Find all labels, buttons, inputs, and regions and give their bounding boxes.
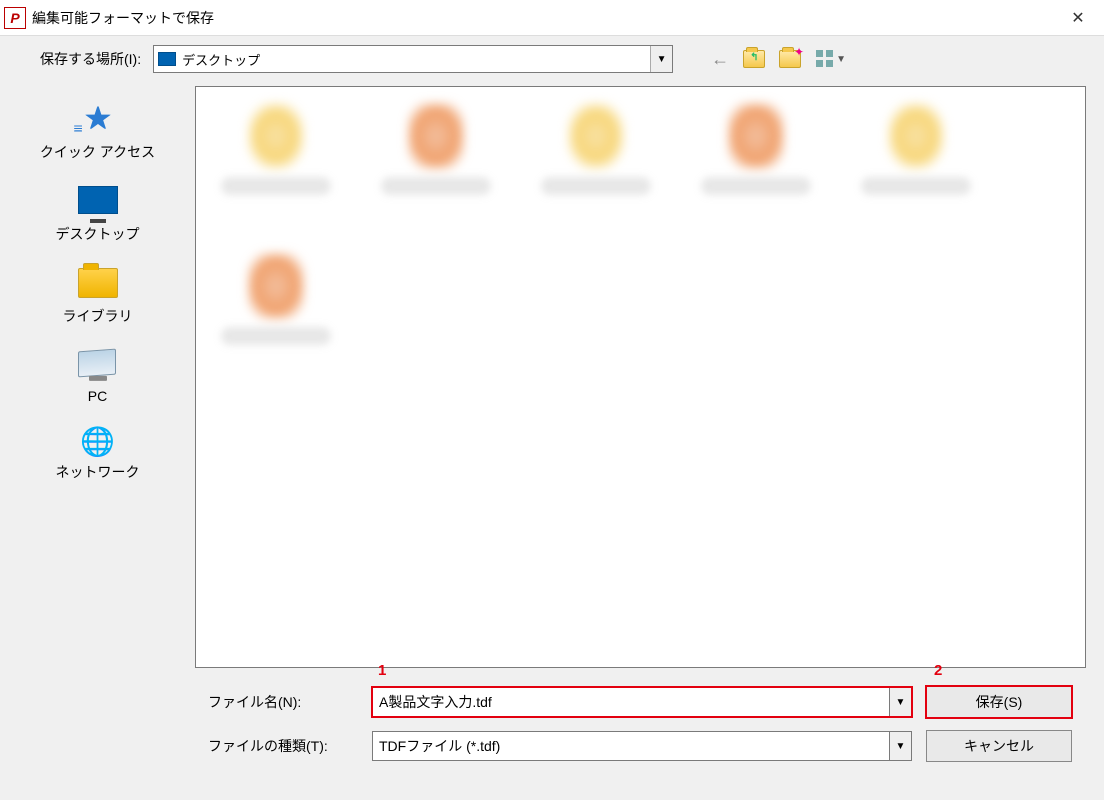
pc-icon (78, 349, 116, 378)
location-label: 保存する場所(I): (40, 49, 141, 69)
desktop-icon (78, 186, 118, 214)
sidebar-item-label: ネットワーク (56, 462, 140, 482)
filetype-select[interactable]: TDFファイル (*.tdf) ▼ (372, 731, 912, 761)
nav-icons: ← ▼ (711, 49, 847, 70)
cancel-button-label: キャンセル (964, 736, 1034, 756)
file-item[interactable] (206, 253, 346, 373)
location-toolbar: 保存する場所(I): デスクトップ ▼ ← ▼ (0, 36, 1104, 82)
filename-row: 1 2 ファイル名(N): A製品文字入力.tdf ▼ 保存(S) (208, 680, 1084, 724)
library-icon (78, 268, 118, 298)
sidebar-item-label: クイック アクセス (40, 142, 155, 162)
file-grid (206, 103, 1075, 373)
new-folder-icon[interactable] (779, 50, 801, 68)
file-item[interactable] (206, 103, 346, 223)
window-title: 編集可能フォーマットで保存 (32, 8, 1056, 28)
sidebar-item-label: PC (88, 388, 107, 404)
main-area: ≡ クイック アクセス デスクトップ ライブラリ PC ネットワーク (0, 82, 1104, 672)
sidebar-item-label: デスクトップ (56, 224, 140, 244)
location-value: デスクトップ (182, 50, 260, 69)
filename-dropdown-button[interactable]: ▼ (889, 688, 911, 716)
file-item[interactable] (686, 103, 826, 223)
desktop-mini-icon (158, 52, 176, 66)
file-list-area[interactable] (195, 86, 1086, 668)
places-sidebar: ≡ クイック アクセス デスクトップ ライブラリ PC ネットワーク (0, 82, 195, 672)
filename-label: ファイル名(N): (208, 692, 358, 712)
close-button[interactable]: ✕ (1056, 0, 1100, 36)
view-grid-icon (816, 50, 834, 68)
filetype-value: TDFファイル (*.tdf) (379, 736, 500, 756)
file-item[interactable] (366, 103, 506, 223)
network-icon (80, 426, 116, 456)
back-icon[interactable]: ← (711, 49, 729, 70)
filename-input[interactable]: A製品文字入力.tdf ▼ (372, 687, 912, 717)
sidebar-item-quickaccess[interactable]: ≡ クイック アクセス (40, 100, 155, 162)
filetype-dropdown-button[interactable]: ▼ (889, 732, 911, 760)
sidebar-item-desktop[interactable]: デスクトップ (56, 182, 140, 244)
cancel-button[interactable]: キャンセル (926, 730, 1072, 762)
annotation-2: 2 (934, 662, 942, 679)
filetype-row: ファイルの種類(T): TDFファイル (*.tdf) ▼ キャンセル (208, 724, 1084, 768)
location-dropdown-button[interactable]: ▼ (650, 46, 672, 72)
sidebar-item-pc[interactable]: PC (78, 346, 118, 404)
sidebar-item-label: ライブラリ (63, 306, 133, 326)
filetype-label: ファイルの種類(T): (208, 736, 358, 756)
sidebar-item-library[interactable]: ライブラリ (63, 264, 133, 326)
titlebar: P 編集可能フォーマットで保存 ✕ (0, 0, 1104, 36)
file-item[interactable] (846, 103, 986, 223)
sidebar-item-network[interactable]: ネットワーク (56, 424, 140, 482)
chevron-down-icon: ▼ (836, 54, 846, 65)
file-item[interactable] (526, 103, 666, 223)
folder-up-icon[interactable] (743, 50, 765, 68)
annotation-1: 1 (378, 662, 386, 679)
save-button[interactable]: 保存(S) (926, 686, 1072, 718)
app-icon: P (4, 7, 26, 29)
save-button-label: 保存(S) (976, 692, 1023, 712)
view-menu-button[interactable]: ▼ (815, 49, 847, 69)
filename-value: A製品文字入力.tdf (379, 692, 492, 712)
location-select[interactable]: デスクトップ ▼ (153, 45, 673, 73)
close-icon: ✕ (1071, 8, 1084, 28)
bottom-panel: 1 2 ファイル名(N): A製品文字入力.tdf ▼ 保存(S) ファイルの種… (0, 672, 1104, 784)
quickaccess-icon: ≡ (77, 100, 117, 136)
